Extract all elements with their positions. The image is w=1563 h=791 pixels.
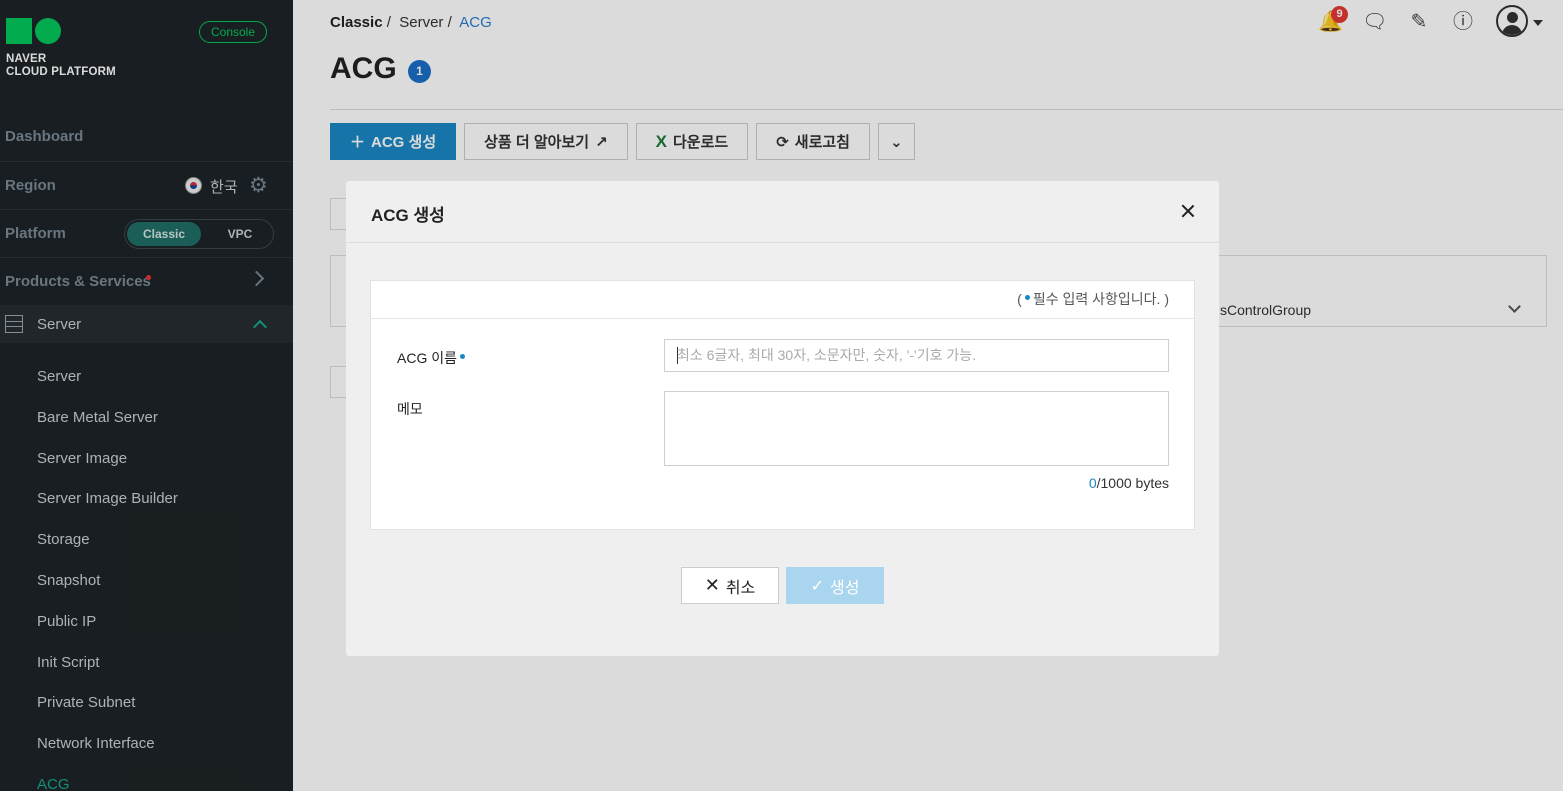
acg-name-input[interactable]: 최소 6글자, 최대 30자, 소문자만, 숫자, '-'기호 가능. bbox=[664, 339, 1169, 372]
form-divider bbox=[371, 318, 1194, 319]
acg-name-label-text: ACG 이름 bbox=[397, 350, 457, 366]
dialog-header: ACG 생성 bbox=[346, 181, 1219, 243]
cancel-label: 취소 bbox=[725, 579, 756, 597]
cancel-button[interactable]: ✕ 취소 bbox=[681, 567, 779, 604]
memo-textarea[interactable] bbox=[664, 391, 1169, 466]
create-button[interactable]: ✓ 생성 bbox=[786, 567, 884, 604]
close-icon: ✕ bbox=[704, 575, 720, 595]
required-note-text: 필수 입력 사항입니다. bbox=[1032, 291, 1161, 307]
paren-open: ( bbox=[1017, 291, 1022, 307]
acg-form: ( 필수 입력 사항입니다. ) ACG 이름 최소 6글자, 최대 30자, 소… bbox=[370, 280, 1195, 530]
paren-close: ) bbox=[1164, 291, 1169, 307]
required-dot-icon bbox=[1024, 294, 1030, 300]
text-cursor bbox=[677, 347, 678, 364]
byte-counter: 0/1000 bytes bbox=[1089, 475, 1169, 491]
close-icon[interactable] bbox=[1177, 200, 1199, 222]
dialog-title: ACG 생성 bbox=[371, 206, 445, 225]
byte-used: 0 bbox=[1088, 475, 1097, 491]
acg-name-placeholder: 최소 6글자, 최대 30자, 소문자만, 숫자, '-'기호 가능. bbox=[677, 347, 977, 363]
create-label: 생성 bbox=[829, 579, 860, 597]
memo-label: 메모 bbox=[397, 401, 423, 417]
byte-limit: /1000 bytes bbox=[1096, 475, 1169, 491]
create-acg-dialog: ACG 생성 ( 필수 입력 사항입니다. ) ACG 이름 최소 6글자, 최대… bbox=[346, 181, 1219, 656]
check-icon: ✓ bbox=[810, 577, 824, 595]
required-note: ( 필수 입력 사항입니다. ) bbox=[1017, 289, 1169, 309]
required-dot-icon bbox=[460, 353, 465, 359]
acg-name-label: ACG 이름 bbox=[397, 348, 468, 368]
